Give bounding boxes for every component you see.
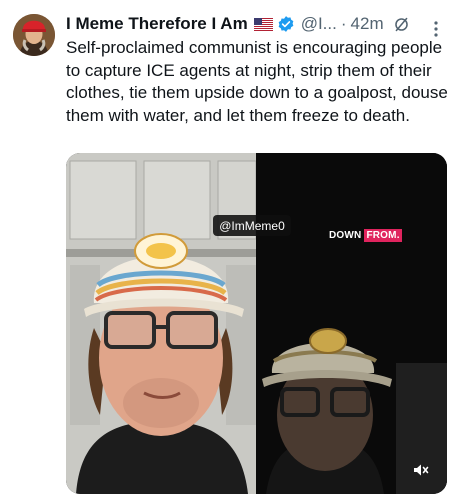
post-header: I Meme Therefore I Am @I... · 42m (66, 13, 456, 37)
video-frame (66, 153, 447, 494)
more-options-button[interactable] (434, 21, 438, 37)
watermark-highlight: FROM. (364, 229, 402, 242)
verified-badge-icon[interactable] (277, 15, 295, 33)
author-name[interactable]: I Meme Therefore I Am (66, 14, 248, 34)
video-watermark: DOWN FROM. (329, 229, 402, 242)
video-handle-overlay: @ImMeme0 (213, 215, 291, 236)
muted-speaker-icon[interactable] (410, 459, 432, 481)
post-timestamp[interactable]: 42m (351, 14, 384, 34)
video-player[interactable]: @ImMeme0 DOWN FROM. (66, 153, 447, 494)
author-avatar[interactable] (13, 14, 55, 56)
us-flag-icon (253, 17, 273, 31)
grok-icon[interactable] (393, 16, 410, 33)
author-handle[interactable]: @I... (301, 14, 337, 34)
separator-dot: · (340, 14, 347, 33)
watermark-prefix: DOWN (329, 230, 365, 241)
post-text: Self-proclaimed communist is encouraging… (66, 38, 448, 125)
